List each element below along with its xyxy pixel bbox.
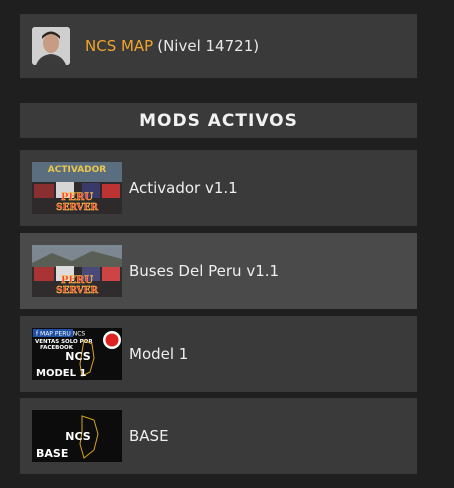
svg-text:ACTIVADOR: ACTIVADOR (48, 165, 106, 175)
mod-item-base[interactable]: NCS BASE BASE (20, 398, 417, 474)
profile-name[interactable]: NCS MAP (85, 37, 153, 55)
svg-text:BASE: BASE (36, 447, 68, 460)
svg-text:SERVER: SERVER (56, 286, 98, 296)
svg-text:NCS: NCS (65, 430, 90, 443)
mod-item-model-1[interactable]: f MAP PERU NCS VENTAS SOLO POR FACEBOOK … (20, 316, 417, 392)
section-title: MODS ACTIVOS (139, 110, 298, 131)
svg-text:f MAP PERU NCS: f MAP PERU NCS (36, 331, 85, 338)
svg-text:PERU: PERU (61, 275, 93, 286)
mod-label: Model 1 (129, 345, 189, 363)
peru-server-thumbnail-icon: ACTIVADOR PERU SERVER (32, 162, 122, 214)
mod-label: Activador v1.1 (129, 179, 238, 197)
profile-text: NCS MAP (Nivel 14721) (85, 37, 259, 55)
svg-text:PERU: PERU (61, 192, 93, 203)
mod-label: BASE (129, 427, 169, 445)
ncs-base-thumbnail-icon: NCS BASE (32, 410, 122, 462)
mod-label: Buses Del Peru v1.1 (129, 262, 280, 280)
profile-level: (Nivel 14721) (157, 37, 260, 55)
ncs-model1-thumbnail-icon: f MAP PERU NCS VENTAS SOLO POR FACEBOOK … (32, 328, 122, 380)
svg-text:MODEL 1: MODEL 1 (36, 368, 86, 379)
peru-server-thumbnail-icon: PERU SERVER (32, 245, 122, 297)
section-header: MODS ACTIVOS (20, 103, 417, 138)
mod-item-buses-del-peru[interactable]: PERU SERVER Buses Del Peru v1.1 (20, 233, 417, 309)
avatar (32, 27, 70, 65)
svg-text:SERVER: SERVER (56, 203, 98, 213)
svg-text:NCS: NCS (65, 350, 90, 363)
profile-bar[interactable]: NCS MAP (Nivel 14721) (20, 14, 417, 78)
mod-item-activador[interactable]: ACTIVADOR PERU SERVER Activador v1.1 (20, 150, 417, 226)
